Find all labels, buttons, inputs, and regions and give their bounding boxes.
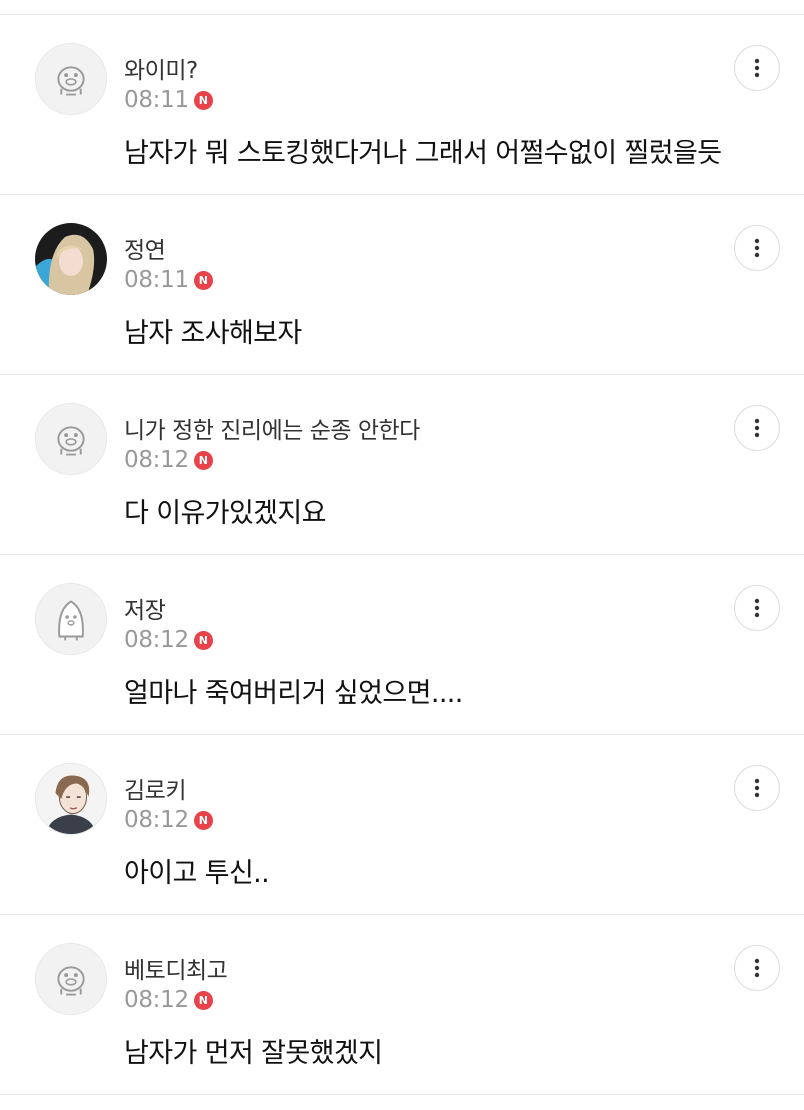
comment-item: 베토디최고 08:12 N 남자가 먼저 잘못했겠지 [0, 915, 804, 1095]
comment-item: 와이미? 08:11 N 남자가 뭐 스토킹했다거나 그래서 어쩔수없이 찔렀을… [0, 15, 804, 195]
comment-text: 남자가 뭐 스토킹했다거나 그래서 어쩔수없이 찔렀을듯 [124, 138, 722, 169]
comment-time: 08:12 [124, 987, 189, 1013]
comment-item: 정연 08:11 N 남자 조사해보자 [0, 195, 804, 375]
comment-meta: 08:11 N [124, 265, 213, 295]
penguin-character-icon[interactable] [35, 583, 107, 655]
vertical-dots-icon [754, 778, 760, 798]
comment-text: 아이고 투신.. [124, 858, 270, 889]
comment-time: 08:12 [124, 447, 189, 473]
default-character-icon[interactable] [35, 943, 107, 1015]
comment-nickname[interactable]: 니가 정한 진리에는 순종 안한다 [124, 411, 420, 445]
comment-text: 다 이유가있겠지요 [124, 498, 327, 529]
comment-time: 08:11 [124, 267, 189, 293]
comment-meta: 08:12 N [124, 625, 213, 655]
vertical-dots-icon [754, 958, 760, 978]
comment-meta: 08:12 N [124, 985, 213, 1015]
default-character-icon[interactable] [35, 403, 107, 475]
new-badge: N [193, 90, 213, 110]
new-badge: N [193, 630, 213, 650]
more-options-button[interactable] [734, 225, 780, 271]
new-badge: N [193, 270, 213, 290]
more-options-button[interactable] [734, 45, 780, 91]
comment-item: 김로키 08:12 N 아이고 투신.. [0, 735, 804, 915]
comment-meta: 08:11 N [124, 85, 213, 115]
vertical-dots-icon [754, 238, 760, 258]
more-options-button[interactable] [734, 405, 780, 451]
comment-meta: 08:12 N [124, 805, 213, 835]
comment-item: 니가 정한 진리에는 순종 안한다 08:12 N 다 이유가있겠지요 [0, 375, 804, 555]
more-options-button[interactable] [734, 765, 780, 811]
comment-text: 남자 조사해보자 [124, 318, 302, 349]
comment-time: 08:12 [124, 807, 189, 833]
more-options-button[interactable] [734, 585, 780, 631]
comment-nickname[interactable]: 김로키 [124, 771, 186, 805]
comment-item: 저장 08:12 N 얼마나 죽여버리거 싶었으면.... [0, 555, 804, 735]
comment-nickname[interactable]: 베토디최고 [124, 951, 228, 985]
profile-photo[interactable] [35, 223, 107, 295]
default-character-icon[interactable] [35, 43, 107, 115]
illustrated-profile-image[interactable] [35, 763, 107, 835]
vertical-dots-icon [754, 58, 760, 78]
comment-time: 08:12 [124, 627, 189, 653]
new-badge: N [193, 810, 213, 830]
vertical-dots-icon [754, 598, 760, 618]
comment-nickname[interactable]: 저장 [124, 591, 166, 625]
comment-text: 얼마나 죽여버리거 싶었으면.... [124, 678, 463, 709]
comment-nickname[interactable]: 정연 [124, 231, 166, 265]
new-badge: N [193, 990, 213, 1010]
new-badge: N [193, 450, 213, 470]
vertical-dots-icon [754, 418, 760, 438]
comment-text: 남자가 먼저 잘못했겠지 [124, 1038, 383, 1069]
comment-nickname[interactable]: 와이미? [124, 51, 198, 85]
more-options-button[interactable] [734, 945, 780, 991]
comment-meta: 08:12 N [124, 445, 213, 475]
comment-time: 08:11 [124, 87, 189, 113]
